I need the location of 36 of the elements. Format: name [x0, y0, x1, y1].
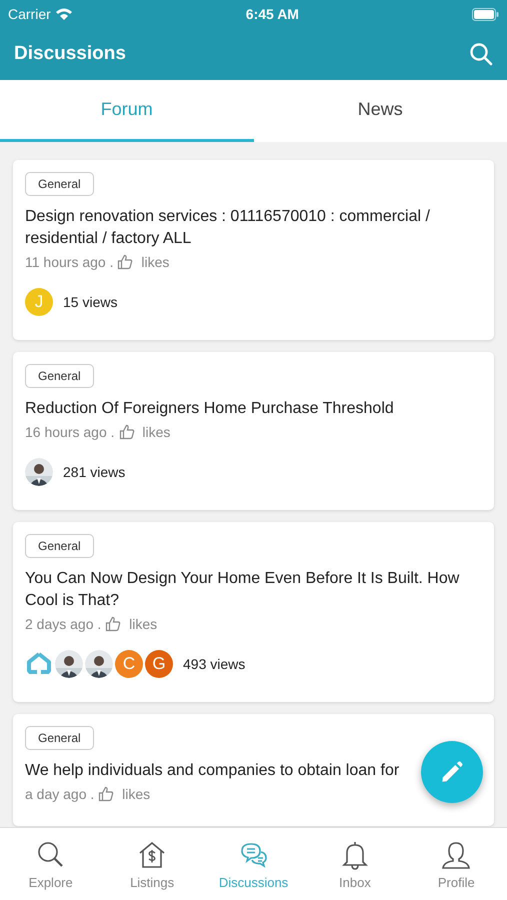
post-card[interactable]: General You Can Now Design Your Home Even Before It Is Built. How Cool is That? 2 days ago . likes C G 493 views	[13, 522, 494, 702]
screen-title: Discussions	[14, 43, 126, 65]
thumbs-up-icon[interactable]	[105, 616, 122, 632]
likes-label: likes	[141, 424, 170, 440]
post-time: a day ago .	[25, 786, 94, 802]
category-tag: General	[25, 172, 94, 196]
post-card[interactable]: General We help individuals and companies to obtain loan for a day ago . likes	[13, 714, 494, 826]
search-icon[interactable]	[469, 42, 493, 66]
clock-time: 6:45 AM	[246, 6, 299, 22]
likes-label: likes	[121, 786, 150, 802]
likes-label: likes	[140, 254, 170, 270]
post-card[interactable]: General Design renovation services : 01116570010 : commercial / residential / factory ALL 11 hours ago . likes J 15 views	[13, 160, 494, 340]
view-count: 493 views	[183, 656, 246, 672]
likes-label: likes	[128, 616, 158, 632]
avatar: G	[145, 650, 173, 678]
battery-icon	[472, 8, 499, 20]
post-time: 11 hours ago .	[25, 254, 114, 270]
thumbs-up-icon[interactable]	[98, 786, 114, 802]
view-count: 281 views	[63, 464, 126, 480]
thumbs-up-icon[interactable]	[117, 254, 134, 270]
category-tag: General	[25, 364, 94, 388]
post-time: 2 days ago .	[25, 616, 102, 632]
category-tag: General	[25, 726, 94, 750]
carrier-name: Carrier	[8, 6, 51, 22]
category-tag: General	[25, 534, 94, 558]
post-card[interactable]: General Reduction Of Foreigners Home Purchase Threshold 16 hours ago . likes 281 views	[13, 352, 494, 510]
post-title: You Can Now Design Your Home Even Before It Is Built. How Cool is That?	[25, 569, 460, 611]
wifi-icon	[54, 7, 73, 21]
thumbs-up-icon[interactable]	[118, 424, 135, 440]
avatar: J	[25, 288, 53, 316]
view-count: 15 views	[63, 294, 118, 310]
post-time: 16 hours ago .	[25, 424, 115, 440]
post-title: We help individuals and companies to obtain loan for	[25, 761, 400, 781]
post-title: Reduction Of Foreigners Home Purchase Threshold	[25, 399, 395, 419]
avatar: C	[115, 650, 143, 678]
post-title: Design renovation services : 01116570010 : commercial / residential / factory ALL	[25, 207, 431, 249]
